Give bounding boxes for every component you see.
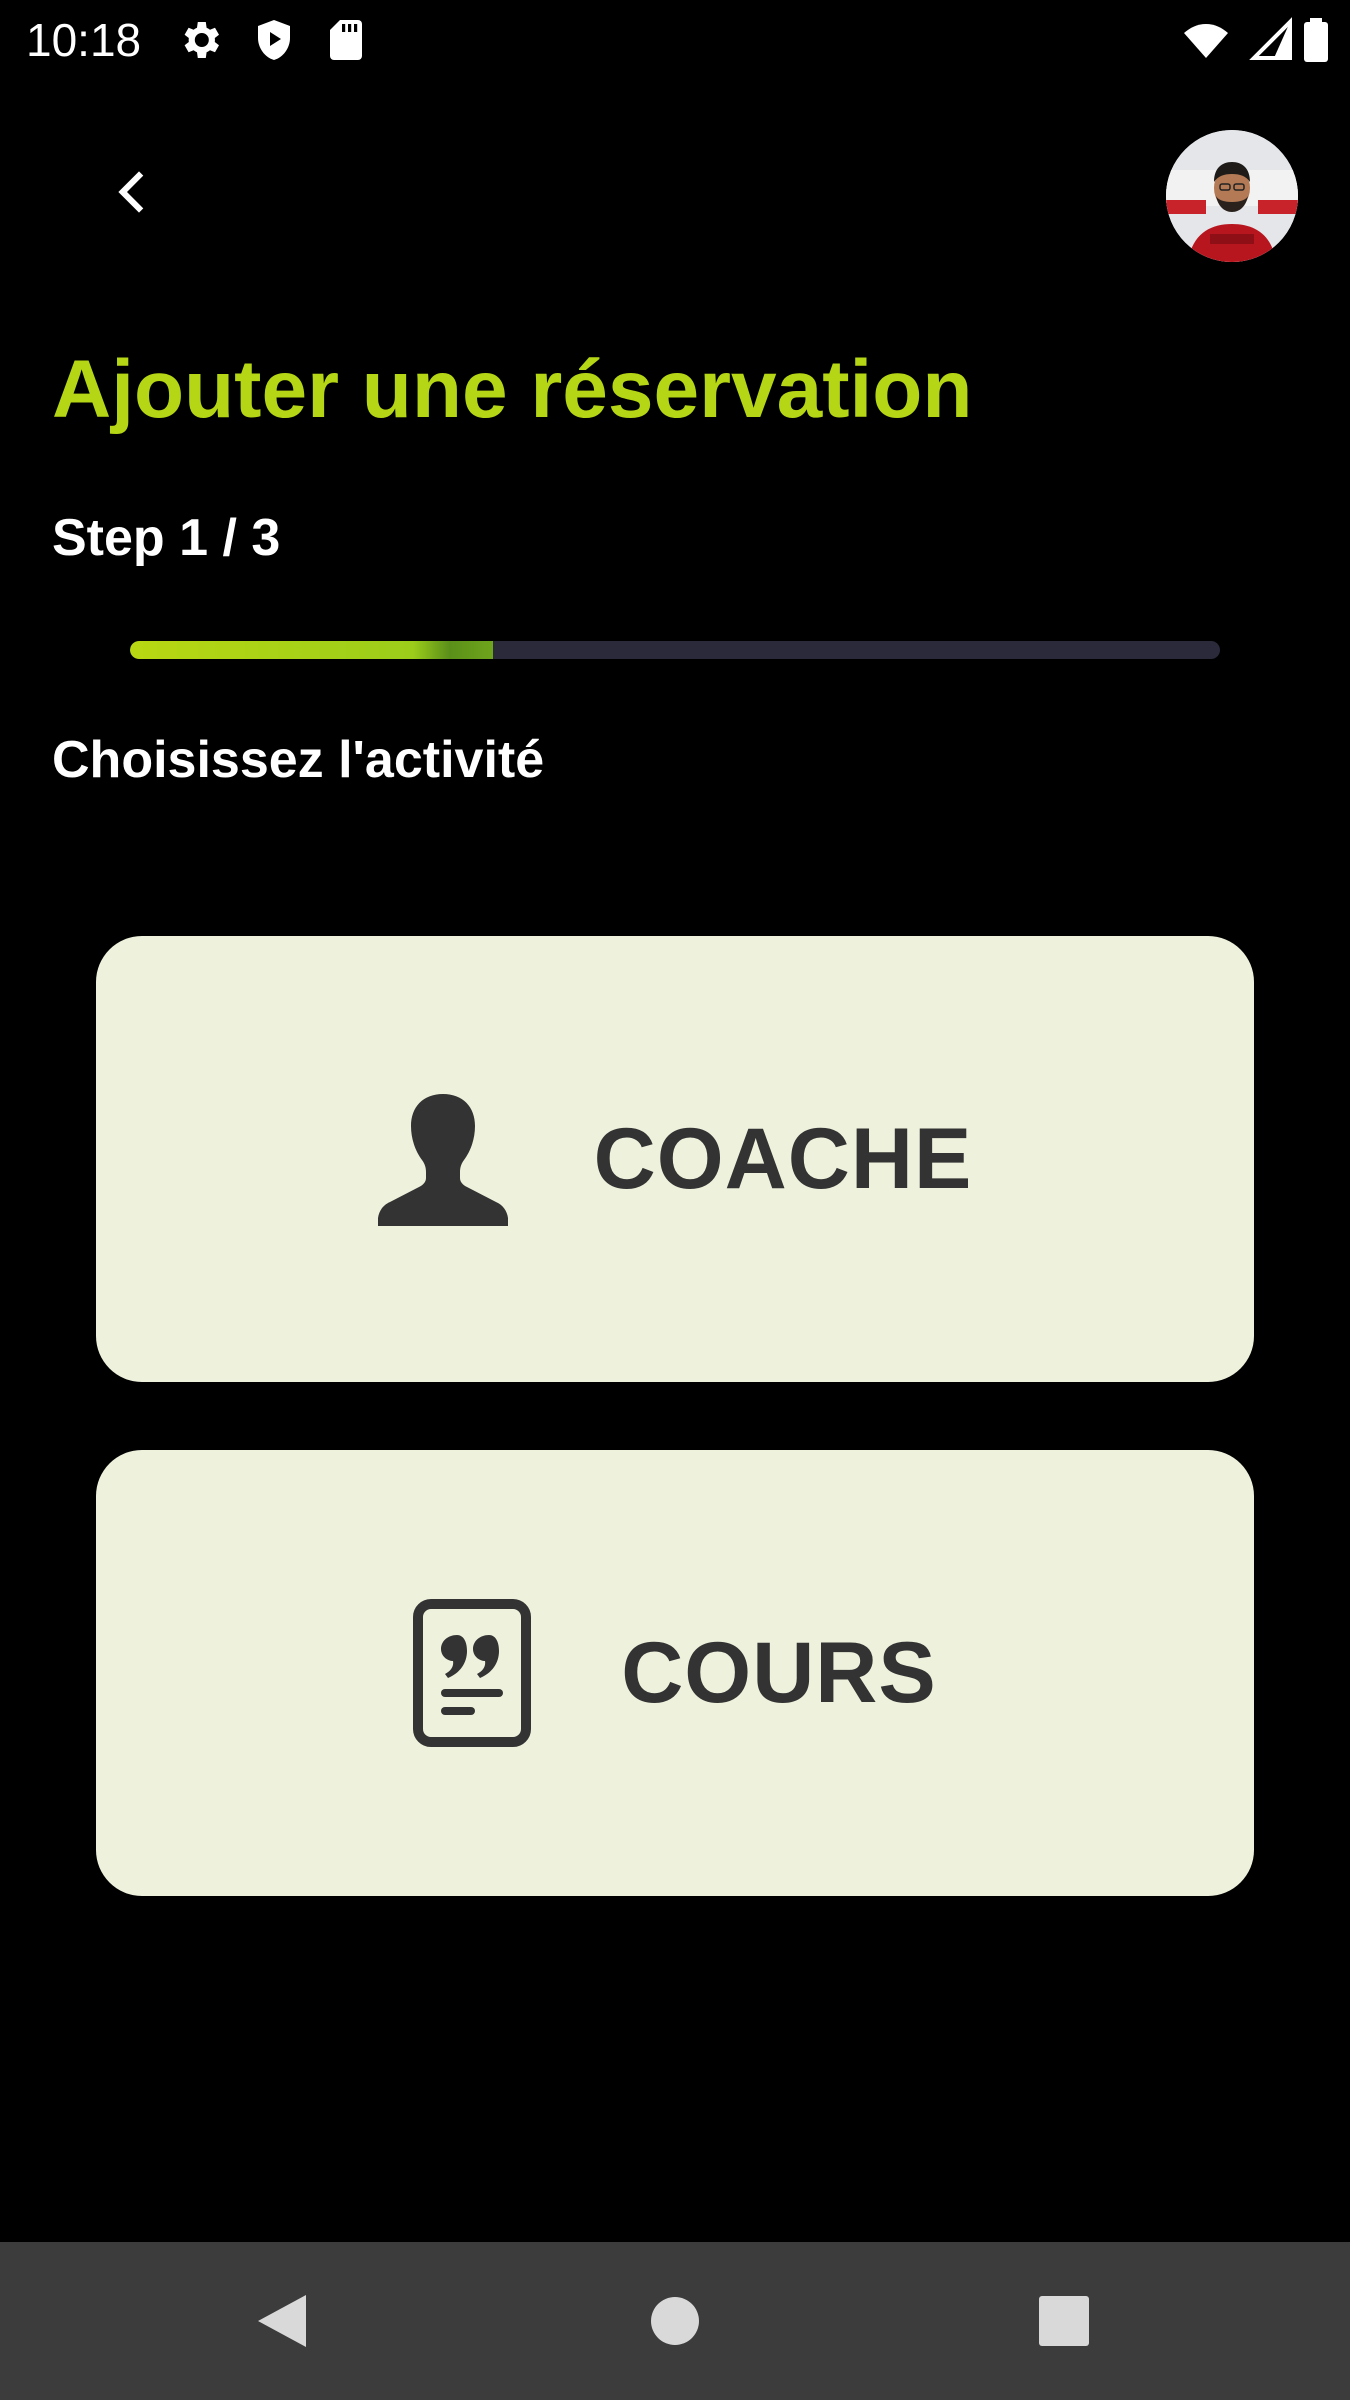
avatar[interactable] — [1166, 130, 1298, 262]
step-indicator: Step 1 / 3 — [52, 509, 281, 567]
user-avatar-image — [1166, 130, 1298, 262]
chevron-left-icon — [118, 171, 144, 213]
nav-home-button[interactable] — [635, 2281, 715, 2361]
battery-icon — [1296, 16, 1336, 64]
section-label: Choisissez l'activité — [52, 731, 545, 789]
cours-option-label: COURS — [621, 1624, 937, 1721]
quote-document-icon — [413, 1599, 532, 1747]
status-bar: 10:18 — [0, 0, 1350, 80]
nav-recents-button[interactable] — [1024, 2281, 1104, 2361]
step-progress-fill — [130, 641, 493, 659]
step-progress-bar — [130, 641, 1220, 659]
shield-play-icon — [250, 16, 298, 64]
person-silhouette-icon — [377, 1092, 508, 1226]
status-time: 10:18 — [26, 14, 142, 66]
gear-icon — [176, 16, 224, 64]
coach-option-card[interactable]: COACHE — [96, 936, 1254, 1382]
wifi-icon — [1180, 16, 1232, 64]
sd-card-icon — [322, 16, 370, 64]
system-nav-bar — [0, 2242, 1350, 2400]
nav-recents-icon — [1039, 2296, 1089, 2346]
cell-signal-icon — [1248, 16, 1296, 64]
back-button[interactable] — [96, 156, 168, 228]
coach-option-label: COACHE — [593, 1110, 973, 1207]
nav-back-button[interactable] — [242, 2281, 322, 2361]
nav-back-icon — [258, 2295, 306, 2347]
page-title: Ajouter une réservation — [52, 344, 973, 435]
cours-option-card[interactable]: COURS — [96, 1450, 1254, 1896]
nav-home-icon — [651, 2297, 699, 2345]
